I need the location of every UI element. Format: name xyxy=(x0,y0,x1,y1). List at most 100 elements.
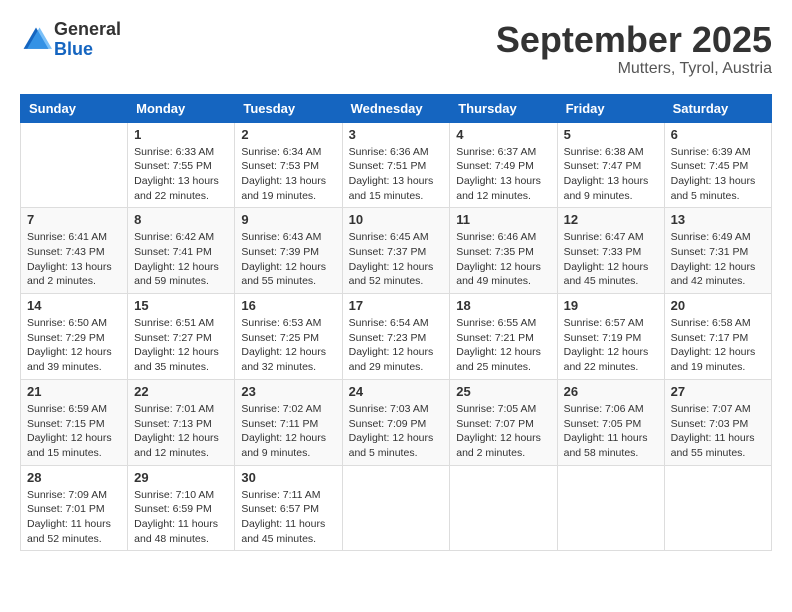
day-info: Sunrise: 7:10 AMSunset: 6:59 PMDaylight:… xyxy=(134,488,228,547)
weekday-header-monday: Monday xyxy=(128,94,235,122)
day-number: 27 xyxy=(671,384,765,399)
weekday-header-thursday: Thursday xyxy=(450,94,557,122)
day-number: 23 xyxy=(241,384,335,399)
day-number: 3 xyxy=(349,127,444,142)
day-number: 6 xyxy=(671,127,765,142)
weekday-header-row: SundayMondayTuesdayWednesdayThursdayFrid… xyxy=(21,94,772,122)
day-info: Sunrise: 6:57 AMSunset: 7:19 PMDaylight:… xyxy=(564,316,658,375)
calendar-cell xyxy=(664,465,771,551)
calendar-cell: 24 Sunrise: 7:03 AMSunset: 7:09 PMDayligh… xyxy=(342,379,450,465)
calendar-cell: 27Sunrise: 7:07 AMSunset: 7:03 PMDayligh… xyxy=(664,379,771,465)
day-number: 15 xyxy=(134,298,228,313)
day-info: Sunrise: 6:46 AMSunset: 7:35 PMDaylight:… xyxy=(456,230,550,289)
logo-icon xyxy=(20,24,52,56)
day-number: 20 xyxy=(671,298,765,313)
day-number: 2 xyxy=(241,127,335,142)
calendar-cell: 26 Sunrise: 7:06 AMSunset: 7:05 PMDayligh… xyxy=(557,379,664,465)
day-info: Sunrise: 7:09 AMSunset: 7:01 PMDaylight:… xyxy=(27,488,121,547)
day-info: Sunrise: 6:50 AMSunset: 7:29 PMDaylight:… xyxy=(27,316,121,375)
day-number: 16 xyxy=(241,298,335,313)
calendar-cell: 6 Sunrise: 6:39 AMSunset: 7:45 PMDaylight… xyxy=(664,122,771,208)
calendar-cell: 17 Sunrise: 6:54 AMSunset: 7:23 PMDayligh… xyxy=(342,294,450,380)
day-info: Sunrise: 6:47 AMSunset: 7:33 PMDaylight:… xyxy=(564,230,658,289)
day-number: 26 xyxy=(564,384,658,399)
weekday-header-wednesday: Wednesday xyxy=(342,94,450,122)
day-info: Sunrise: 6:42 AMSunset: 7:41 PMDaylight:… xyxy=(134,230,228,289)
week-row-3: 14 Sunrise: 6:50 AMSunset: 7:29 PMDayligh… xyxy=(21,294,772,380)
calendar-cell: 12 Sunrise: 6:47 AMSunset: 7:33 PMDayligh… xyxy=(557,208,664,294)
calendar-cell: 25 Sunrise: 7:05 AMSunset: 7:07 PMDayligh… xyxy=(450,379,557,465)
day-info: Sunrise: 6:33 AMSunset: 7:55 PMDaylight:… xyxy=(134,145,228,204)
calendar-cell: 5 Sunrise: 6:38 AMSunset: 7:47 PMDaylight… xyxy=(557,122,664,208)
calendar: SundayMondayTuesdayWednesdayThursdayFrid… xyxy=(20,94,772,552)
weekday-header-saturday: Saturday xyxy=(664,94,771,122)
week-row-4: 21 Sunrise: 6:59 AMSunset: 7:15 PMDayligh… xyxy=(21,379,772,465)
day-number: 22 xyxy=(134,384,228,399)
calendar-cell: 29 Sunrise: 7:10 AMSunset: 6:59 PMDayligh… xyxy=(128,465,235,551)
day-number: 24 xyxy=(349,384,444,399)
calendar-cell: 16Sunrise: 6:53 AMSunset: 7:25 PMDayligh… xyxy=(235,294,342,380)
calendar-cell: 11 Sunrise: 6:46 AMSunset: 7:35 PMDayligh… xyxy=(450,208,557,294)
logo-blue-text: Blue xyxy=(54,40,121,60)
day-info: Sunrise: 7:11 AMSunset: 6:57 PMDaylight:… xyxy=(241,488,335,547)
day-number: 19 xyxy=(564,298,658,313)
day-info: Sunrise: 6:36 AMSunset: 7:51 PMDaylight:… xyxy=(349,145,444,204)
week-row-1: 1Sunrise: 6:33 AMSunset: 7:55 PMDaylight… xyxy=(21,122,772,208)
calendar-cell: 18 Sunrise: 6:55 AMSunset: 7:21 PMDayligh… xyxy=(450,294,557,380)
calendar-cell: 8 Sunrise: 6:42 AMSunset: 7:41 PMDaylight… xyxy=(128,208,235,294)
day-number: 21 xyxy=(27,384,121,399)
day-info: Sunrise: 6:34 AMSunset: 7:53 PMDaylight:… xyxy=(241,145,335,204)
calendar-body: 1Sunrise: 6:33 AMSunset: 7:55 PMDaylight… xyxy=(21,122,772,551)
day-number: 4 xyxy=(456,127,550,142)
day-number: 30 xyxy=(241,470,335,485)
calendar-cell xyxy=(450,465,557,551)
day-number: 11 xyxy=(456,212,550,227)
day-number: 5 xyxy=(564,127,658,142)
day-info: Sunrise: 6:39 AMSunset: 7:45 PMDaylight:… xyxy=(671,145,765,204)
day-info: Sunrise: 6:45 AMSunset: 7:37 PMDaylight:… xyxy=(349,230,444,289)
weekday-header-tuesday: Tuesday xyxy=(235,94,342,122)
day-number: 14 xyxy=(27,298,121,313)
calendar-cell: 1Sunrise: 6:33 AMSunset: 7:55 PMDaylight… xyxy=(128,122,235,208)
calendar-cell: 7 Sunrise: 6:41 AMSunset: 7:43 PMDaylight… xyxy=(21,208,128,294)
logo-general-text: General xyxy=(54,20,121,40)
calendar-cell: 4Sunrise: 6:37 AMSunset: 7:49 PMDaylight… xyxy=(450,122,557,208)
logo: General Blue xyxy=(20,20,121,60)
calendar-cell xyxy=(21,122,128,208)
calendar-cell: 20Sunrise: 6:58 AMSunset: 7:17 PMDayligh… xyxy=(664,294,771,380)
day-number: 17 xyxy=(349,298,444,313)
day-info: Sunrise: 6:55 AMSunset: 7:21 PMDaylight:… xyxy=(456,316,550,375)
title-area: September 2025 Mutters, Tyrol, Austria xyxy=(496,20,772,78)
calendar-cell: 13Sunrise: 6:49 AMSunset: 7:31 PMDayligh… xyxy=(664,208,771,294)
day-info: Sunrise: 6:59 AMSunset: 7:15 PMDaylight:… xyxy=(27,402,121,461)
day-number: 12 xyxy=(564,212,658,227)
calendar-cell: 21 Sunrise: 6:59 AMSunset: 7:15 PMDayligh… xyxy=(21,379,128,465)
day-info: Sunrise: 6:54 AMSunset: 7:23 PMDaylight:… xyxy=(349,316,444,375)
calendar-cell: 15Sunrise: 6:51 AMSunset: 7:27 PMDayligh… xyxy=(128,294,235,380)
week-row-5: 28Sunrise: 7:09 AMSunset: 7:01 PMDayligh… xyxy=(21,465,772,551)
calendar-cell: 10Sunrise: 6:45 AMSunset: 7:37 PMDayligh… xyxy=(342,208,450,294)
calendar-cell: 9Sunrise: 6:43 AMSunset: 7:39 PMDaylight… xyxy=(235,208,342,294)
day-info: Sunrise: 6:38 AMSunset: 7:47 PMDaylight:… xyxy=(564,145,658,204)
day-info: Sunrise: 7:05 AMSunset: 7:07 PMDaylight:… xyxy=(456,402,550,461)
day-number: 29 xyxy=(134,470,228,485)
calendar-cell: 14 Sunrise: 6:50 AMSunset: 7:29 PMDayligh… xyxy=(21,294,128,380)
month-title: September 2025 xyxy=(496,20,772,60)
day-number: 7 xyxy=(27,212,121,227)
day-number: 25 xyxy=(456,384,550,399)
calendar-cell: 22 Sunrise: 7:01 AMSunset: 7:13 PMDayligh… xyxy=(128,379,235,465)
day-number: 13 xyxy=(671,212,765,227)
day-info: Sunrise: 7:02 AMSunset: 7:11 PMDaylight:… xyxy=(241,402,335,461)
calendar-cell: 28Sunrise: 7:09 AMSunset: 7:01 PMDayligh… xyxy=(21,465,128,551)
day-number: 18 xyxy=(456,298,550,313)
day-info: Sunrise: 7:03 AMSunset: 7:09 PMDaylight:… xyxy=(349,402,444,461)
weekday-header-sunday: Sunday xyxy=(21,94,128,122)
calendar-cell xyxy=(342,465,450,551)
calendar-cell: 2 Sunrise: 6:34 AMSunset: 7:53 PMDaylight… xyxy=(235,122,342,208)
day-info: Sunrise: 7:06 AMSunset: 7:05 PMDaylight:… xyxy=(564,402,658,461)
day-info: Sunrise: 6:41 AMSunset: 7:43 PMDaylight:… xyxy=(27,230,121,289)
day-number: 8 xyxy=(134,212,228,227)
day-info: Sunrise: 7:01 AMSunset: 7:13 PMDaylight:… xyxy=(134,402,228,461)
calendar-cell xyxy=(557,465,664,551)
calendar-cell: 3 Sunrise: 6:36 AMSunset: 7:51 PMDaylight… xyxy=(342,122,450,208)
